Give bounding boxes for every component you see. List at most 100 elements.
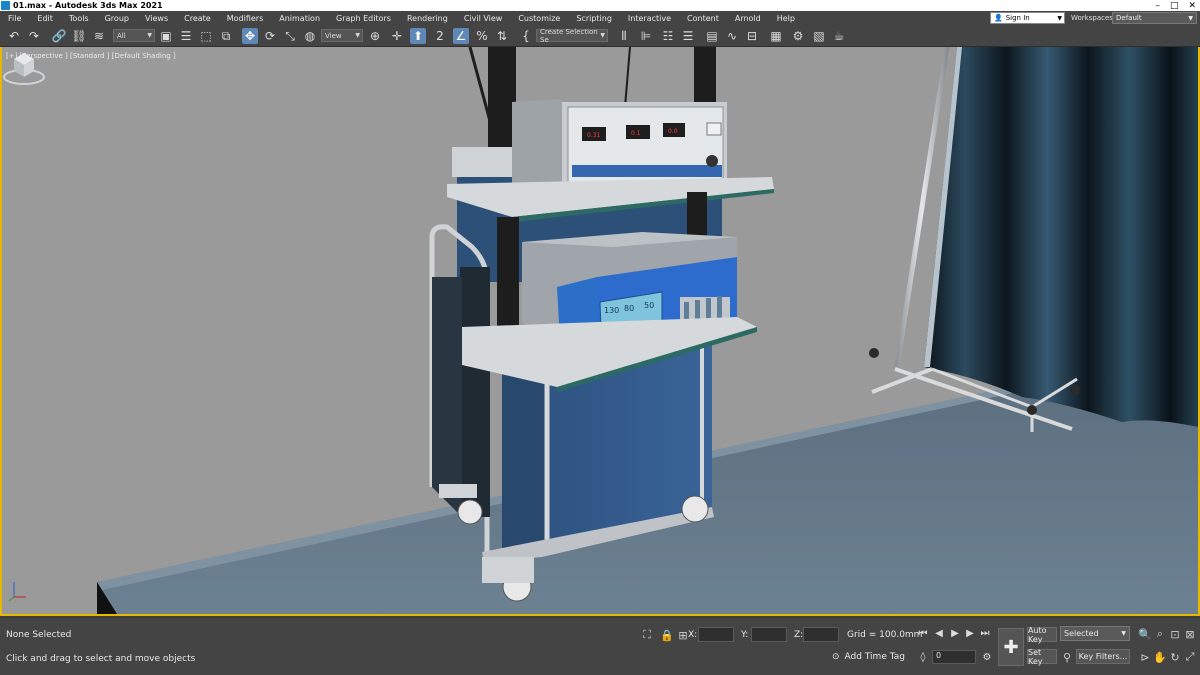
menu-arnold[interactable]: Arnold — [727, 14, 769, 23]
auto-key-button[interactable]: Auto Key — [1027, 626, 1057, 644]
menu-views[interactable]: Views — [137, 14, 176, 23]
bind-space-warp-icon[interactable]: ≋ — [91, 28, 107, 44]
set-key-button[interactable]: Set Key — [1027, 648, 1057, 666]
menu-interactive[interactable]: Interactive — [620, 14, 679, 23]
go-to-start-icon[interactable]: ⏮ — [916, 626, 930, 640]
zoom-all-icon[interactable]: ⌕ — [1153, 627, 1167, 641]
render-production-icon[interactable]: ☕ — [831, 28, 847, 44]
esu-value: 80 — [624, 304, 634, 313]
main-toolbar: ↶ ↷ 🔗 ⛓ ≋ All ▼ ▣ ☰ ⬚ ⧉ ✥ ⟳ ⤡ ◍ View ▼ ⊕… — [0, 25, 1200, 47]
select-and-place-icon[interactable]: ◍ — [302, 28, 318, 44]
selection-filter-dropdown[interactable]: All ▼ — [113, 29, 155, 42]
x-coord-field[interactable] — [698, 627, 734, 642]
redo-icon[interactable]: ↷ — [26, 28, 42, 44]
maximize-button[interactable]: □ — [1170, 1, 1179, 11]
select-by-name-icon[interactable]: ☰ — [178, 28, 194, 44]
angle-snap-icon[interactable]: ∠ — [453, 28, 469, 44]
field-of-view-icon[interactable]: ⊳ — [1138, 650, 1152, 664]
rectangular-selection-icon[interactable]: ⬚ — [198, 28, 214, 44]
menu-scripting[interactable]: Scripting — [568, 14, 620, 23]
percent-snap-icon[interactable]: % — [474, 28, 490, 44]
menu-edit[interactable]: Edit — [29, 14, 61, 23]
toggle-scene-explorer-icon[interactable]: ☷ — [660, 28, 676, 44]
workspace-select[interactable]: Default ▼ — [1112, 12, 1197, 24]
mirror-icon[interactable]: ⫴ — [616, 28, 632, 44]
orbit-icon[interactable]: ↻ — [1168, 650, 1182, 664]
material-editor-icon[interactable]: ▦ — [768, 28, 784, 44]
select-manipulate-icon[interactable]: ✛ — [389, 28, 405, 44]
select-and-move-icon[interactable]: ✥ — [242, 28, 258, 44]
snaps-toggle-icon[interactable]: 2 — [432, 28, 448, 44]
edit-named-selection-icon[interactable]: { — [518, 28, 534, 44]
named-selection-set-dropdown[interactable]: Create Selection Se ▼ — [536, 28, 608, 44]
schematic-view-icon[interactable]: ⊟ — [744, 28, 760, 44]
toggle-ribbon-icon[interactable]: ▤ — [704, 28, 720, 44]
monitor-knob — [706, 155, 718, 167]
menu-customize[interactable]: Customize — [510, 14, 568, 23]
menu-group[interactable]: Group — [97, 14, 137, 23]
rendered-frame-window-icon[interactable]: ▧ — [811, 28, 827, 44]
pivot-center-icon[interactable]: ⊕ — [367, 28, 383, 44]
zoom-extents-icon[interactable]: ⊡ — [1168, 627, 1182, 641]
key-mode-toggle-icon[interactable]: ◊ — [916, 650, 930, 664]
perspective-viewport[interactable]: 0.31 0.1 0.0 130 80 50 30 85 180 — [0, 47, 1200, 616]
monitor-readout: 0.31 — [587, 132, 601, 139]
current-frame-field[interactable]: 0 — [932, 650, 976, 664]
maximize-viewport-icon[interactable]: ⤢ — [1183, 650, 1197, 664]
chevron-down-icon: ▼ — [355, 32, 360, 39]
isolate-selection-icon[interactable]: ⛶ — [640, 628, 654, 642]
add-time-tag[interactable]: ⊙ Add Time Tag — [832, 652, 905, 662]
menu-content[interactable]: Content — [679, 14, 727, 23]
menu-civil-view[interactable]: Civil View — [456, 14, 511, 23]
zoom-icon[interactable]: 🔍 — [1138, 627, 1152, 641]
y-coord-field[interactable] — [751, 627, 787, 642]
sign-in-dropdown[interactable]: 👤 Sign In ▼ — [990, 12, 1065, 24]
close-button[interactable]: ✕ — [1188, 1, 1196, 11]
play-icon[interactable]: ▶ — [948, 626, 962, 640]
menu-help[interactable]: Help — [769, 14, 803, 23]
unlink-icon[interactable]: ⛓ — [71, 28, 87, 44]
link-icon[interactable]: 🔗 — [51, 28, 67, 44]
render-setup-icon[interactable]: ⚙ — [790, 28, 806, 44]
cart-wheel-mount — [482, 557, 534, 583]
minimize-button[interactable]: – — [1155, 1, 1160, 11]
next-frame-icon[interactable]: ▶ — [963, 626, 977, 640]
menu-modifiers[interactable]: Modifiers — [219, 14, 272, 23]
curve-editor-icon[interactable]: ∿ — [724, 28, 740, 44]
time-configuration-icon[interactable]: ⚙ — [980, 650, 994, 664]
cart-side-panel-back — [432, 277, 462, 517]
key-filters-button[interactable]: Key Filters... — [1076, 649, 1130, 664]
zoom-extents-all-icon[interactable]: ⊠ — [1183, 627, 1197, 641]
menu-animation[interactable]: Animation — [271, 14, 328, 23]
window-crossing-icon[interactable]: ⧉ — [218, 28, 234, 44]
spinner-snap-icon[interactable]: ⇅ — [494, 28, 510, 44]
go-to-end-icon[interactable]: ⏭ — [978, 626, 992, 640]
z-coord-field[interactable] — [803, 627, 839, 642]
set-keys-icon[interactable]: ✚ — [998, 628, 1024, 666]
user-icon: 👤 — [994, 14, 1003, 22]
key-filter-icon[interactable]: ⚲ — [1060, 650, 1074, 664]
add-time-tag-label: Add Time Tag — [844, 652, 905, 662]
select-and-rotate-icon[interactable]: ⟳ — [262, 28, 278, 44]
esu-value: 50 — [644, 301, 654, 310]
menu-tools[interactable]: Tools — [61, 14, 97, 23]
reference-coordinate-dropdown[interactable]: View ▼ — [321, 29, 363, 42]
select-object-icon[interactable]: ▣ — [158, 28, 174, 44]
align-icon[interactable]: ⊫ — [638, 28, 654, 44]
keyboard-shortcut-override-icon[interactable]: ⬆ — [410, 28, 426, 44]
title-bar: 01.max - Autodesk 3ds Max 2021 – □ ✕ — [0, 0, 1200, 11]
previous-frame-icon[interactable]: ◀ — [932, 626, 946, 640]
toggle-layer-explorer-icon[interactable]: ☰ — [680, 28, 696, 44]
menu-create[interactable]: Create — [176, 14, 219, 23]
pan-icon[interactable]: ✋ — [1153, 650, 1167, 664]
undo-icon[interactable]: ↶ — [6, 28, 22, 44]
curtain-stand-wheel — [869, 348, 879, 358]
menu-graph-editors[interactable]: Graph Editors — [328, 14, 399, 23]
menu-file[interactable]: File — [0, 14, 29, 23]
menu-rendering[interactable]: Rendering — [399, 14, 456, 23]
selection-lock-icon[interactable]: 🔒 — [660, 628, 674, 642]
viewcube-icon[interactable] — [2, 47, 46, 87]
key-target-dropdown[interactable]: Selected ▼ — [1060, 626, 1130, 641]
select-and-scale-icon[interactable]: ⤡ — [282, 28, 298, 44]
status-bar: None Selected Click and drag to select a… — [0, 618, 1200, 675]
